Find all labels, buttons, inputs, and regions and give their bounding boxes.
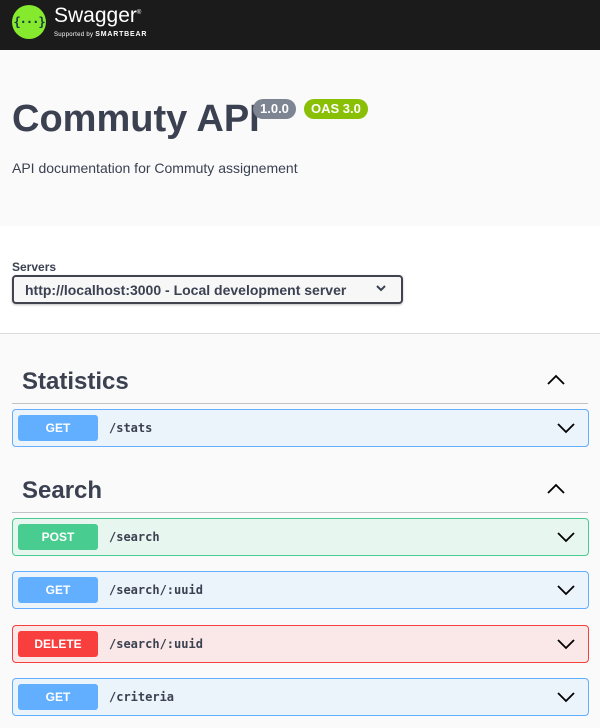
servers-section: Servers http://localhost:3000 - Local de… [0,226,600,334]
operation-path: /search/:uuid [109,637,203,651]
chevron-down-icon [376,285,386,292]
operation-path: /criteria [109,690,175,704]
operation-path: /stats [109,421,153,435]
brand-name[interactable]: Swagger® [54,4,141,28]
servers-select[interactable]: http://localhost:3000 - Local developmen… [12,275,403,304]
tag-search[interactable]: Search [12,461,588,513]
tag-name: Statistics [22,368,129,395]
operation-path: /search/:uuid [109,583,203,597]
brand-tm: ® [136,10,142,16]
version-badge: 1.0.0 [253,99,296,119]
operation-get-search-uuid[interactable]: GET /search/:uuid [12,571,589,609]
method-badge: GET [18,415,98,441]
logo-glyph: {···} [13,15,45,29]
operation-path: /search [109,530,160,544]
chevron-down-icon[interactable] [556,420,576,436]
servers-label: Servers [12,260,57,274]
api-description: API documentation for Commuty assignemen… [12,160,298,176]
method-badge: GET [18,577,98,603]
tag-statistics[interactable]: Statistics [12,352,588,404]
tag-name: Search [22,477,103,504]
info-section: Commuty API 1.0.0 OAS 3.0 API documentat… [0,50,600,226]
brand-text: Swagger [54,4,137,27]
supported-by-text: Supported by [54,32,94,38]
page-title: Commuty API [12,98,260,140]
smartbear-text: SMARTBEAR [95,31,148,38]
servers-selected-value: http://localhost:3000 - Local developmen… [25,281,347,298]
swagger-logo-icon[interactable]: {···} [12,5,46,39]
chevron-up-icon[interactable] [546,479,566,499]
operation-get-stats[interactable]: GET /stats [12,409,589,447]
method-badge: POST [18,524,98,550]
operation-delete-search-uuid[interactable]: DELETE /search/:uuid [12,625,589,663]
chevron-up-icon[interactable] [546,370,566,390]
operation-get-criteria[interactable]: GET /criteria [12,678,589,716]
oas-badge: OAS 3.0 [304,99,368,119]
method-badge: DELETE [18,631,98,657]
topbar: {···} Swagger® Supported by SMARTBEAR [0,0,600,50]
operation-post-search[interactable]: POST /search [12,518,589,556]
brand-supported-by: Supported by SMARTBEAR [54,31,147,38]
method-badge: GET [18,684,98,710]
chevron-down-icon[interactable] [556,529,576,545]
chevron-down-icon[interactable] [556,689,576,705]
chevron-down-icon[interactable] [556,636,576,652]
chevron-down-icon[interactable] [556,582,576,598]
